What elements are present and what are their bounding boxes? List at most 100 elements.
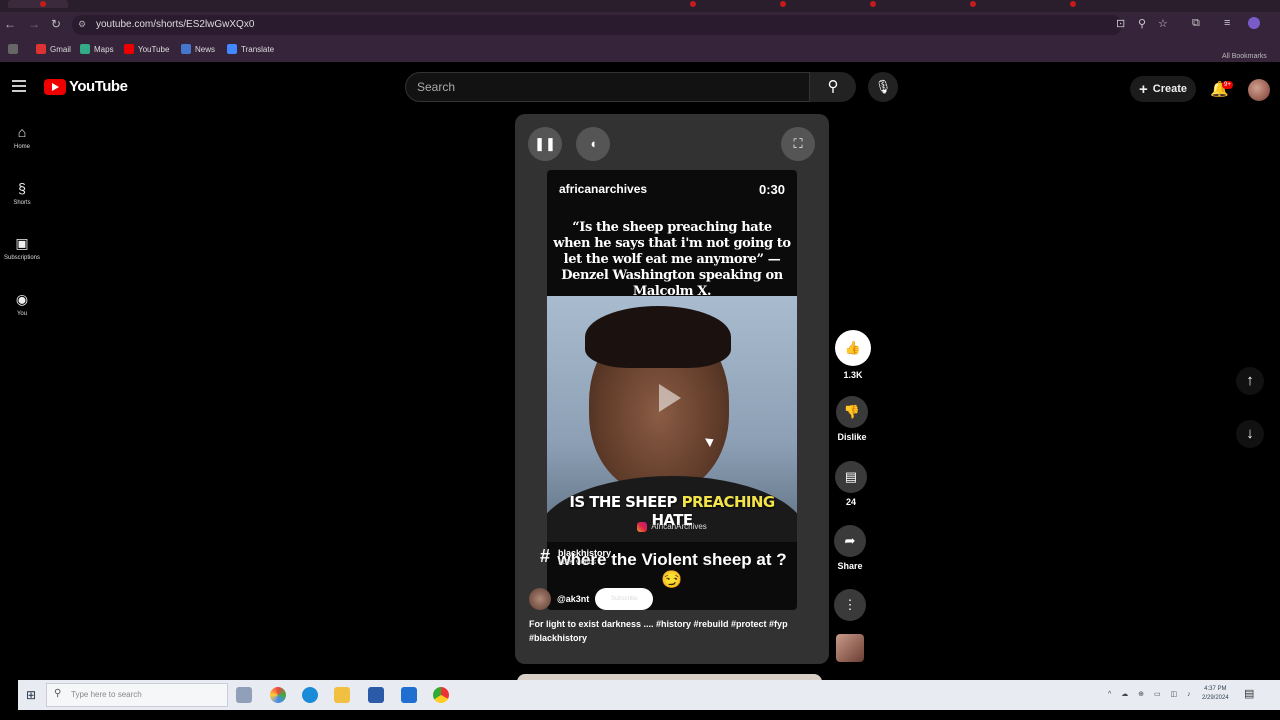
translate-icon	[227, 44, 237, 54]
like-button[interactable]: 👍 1.3K	[835, 330, 871, 380]
volume-icon: ◖	[589, 136, 597, 151]
chrome-icon[interactable]	[433, 687, 449, 703]
account-avatar[interactable]	[1248, 79, 1270, 101]
bookmark-maps[interactable]: Maps	[80, 44, 114, 54]
dislike-button[interactable]: 👎 Dislike	[834, 396, 870, 442]
bookmark-news[interactable]: News	[181, 44, 215, 54]
taskbar-search[interactable]: ⚲ Type here to search	[46, 683, 228, 707]
sidebar-item-home[interactable]: ⌂ Home	[0, 124, 44, 150]
news-icon	[181, 44, 191, 54]
apps-icon[interactable]	[8, 44, 18, 54]
windows-start-icon[interactable]: ⊞	[26, 688, 36, 702]
youtube-icon	[124, 44, 134, 54]
thumbs-up-icon: 👍	[835, 330, 871, 366]
bookmark-star-icon[interactable]: ☆	[1158, 17, 1168, 30]
video-quote: “Is the sheep preaching hate when he say…	[553, 220, 791, 299]
search-icon: ⚲	[827, 78, 839, 95]
search-input[interactable]: Search	[405, 72, 810, 102]
bookmark-youtube[interactable]: YouTube	[124, 44, 169, 54]
youtube-logo[interactable]: YouTube	[44, 78, 128, 95]
reload-icon[interactable]: ↻	[48, 17, 64, 31]
taskbar-clock[interactable]: 4:37 PM 2/29/2024	[1202, 685, 1229, 703]
video-frame: IS THE SHEEP PREACHING HATE	[547, 296, 797, 542]
windows-taskbar: ⊞ ⚲ Type here to search ^ ☁ ⊕ ▭ ◫ ♪ 4:37…	[18, 680, 1280, 710]
next-short-button[interactable]: ↓	[1236, 420, 1264, 448]
subscriptions-icon: ▣	[15, 235, 29, 251]
more-vertical-icon: ⋮	[834, 589, 866, 621]
search-button[interactable]: ⚲	[810, 72, 856, 102]
profile-avatar[interactable]	[1248, 17, 1260, 29]
address-bar[interactable]: ⚙ youtube.com/shorts/ES2lwGwXQx0	[72, 15, 1122, 35]
short-description: For light to exist darkness .... #histor…	[529, 619, 788, 643]
extensions-icon[interactable]: ⧉	[1192, 17, 1200, 30]
forward-icon[interactable]: →	[26, 17, 42, 31]
tab-favicon	[870, 1, 876, 7]
menu-icon[interactable]	[12, 80, 26, 95]
mic-icon: 🎙	[874, 79, 892, 94]
share-icon: ➦	[834, 525, 866, 557]
file-explorer-icon[interactable]	[334, 687, 350, 703]
maps-icon	[80, 44, 90, 54]
bookmark-translate[interactable]: Translate	[227, 44, 274, 54]
video-time: 0:30	[758, 182, 785, 197]
shorts-icon: §	[18, 180, 26, 196]
outlook-icon[interactable]	[401, 687, 417, 703]
browser-tab[interactable]	[8, 0, 68, 8]
store-icon[interactable]	[368, 687, 384, 703]
sound-thumbnail[interactable]	[836, 634, 864, 662]
comments-button[interactable]: ▤ 24	[833, 461, 869, 507]
notification-center-icon[interactable]: ▤	[1244, 687, 1254, 700]
task-view-icon[interactable]	[236, 687, 252, 703]
install-icon[interactable]: ⊡	[1116, 17, 1125, 30]
like-count: 1.3K	[843, 370, 863, 380]
hashtag-count: 116K videos	[558, 558, 597, 566]
zoom-icon[interactable]: ⚲	[1138, 17, 1146, 30]
speaker-hair	[585, 306, 731, 368]
all-bookmarks[interactable]: All Bookmarks	[1222, 53, 1267, 60]
bookmarks-bar: Gmail Maps YouTube News Translate	[0, 38, 1280, 62]
notification-badge: 9+	[1222, 81, 1233, 89]
back-icon[interactable]: ←	[2, 17, 18, 31]
subscribe-button[interactable]: Subscribe	[595, 588, 654, 610]
channel-handle[interactable]: @ak3nt	[557, 594, 589, 604]
tab-favicon	[40, 1, 46, 7]
pause-icon: ❚❚	[534, 136, 556, 151]
bookmark-gmail[interactable]: Gmail	[36, 44, 71, 54]
site-info-icon[interactable]: ⚙	[78, 19, 86, 30]
comment-icon: ▤	[835, 461, 867, 493]
share-button[interactable]: ➦ Share	[832, 525, 868, 571]
previous-short-button[interactable]: ↑	[1236, 367, 1264, 395]
comment-count: 24	[845, 497, 856, 507]
pause-button[interactable]: ❚❚	[528, 127, 562, 161]
tab-favicon	[690, 1, 696, 7]
hashtag-link[interactable]: # blackhistory 116K videos	[540, 546, 611, 567]
media-icon[interactable]: ≡	[1224, 17, 1230, 29]
address-row: ← → ↻ ⚙ youtube.com/shorts/ES2lwGwXQx0	[0, 12, 1280, 38]
tab-favicon	[1070, 1, 1076, 7]
fullscreen-button[interactable]: ⛶	[781, 127, 815, 161]
volume-button[interactable]: ◖	[576, 127, 610, 161]
play-overlay-icon	[659, 384, 681, 412]
sidebar-item-subscriptions[interactable]: ▣ Subscriptions	[0, 235, 44, 261]
system-tray-icons[interactable]: ^ ☁ ⊕ ▭ ◫ ♪	[1108, 690, 1195, 698]
search-icon: ⚲	[54, 688, 62, 699]
fullscreen-icon: ⛶	[793, 136, 803, 151]
you-icon: ◉	[15, 291, 29, 307]
instagram-icon	[637, 522, 648, 532]
voice-search-button[interactable]: 🎙	[868, 72, 898, 102]
create-button[interactable]: + Create	[1130, 76, 1196, 102]
hashtag-icon: #	[540, 546, 551, 566]
tab-favicon	[970, 1, 976, 7]
thumbs-down-icon: 👎	[836, 396, 868, 428]
sidebar-item-you[interactable]: ◉ You	[0, 291, 44, 317]
youtube-play-icon	[44, 78, 66, 95]
sidebar-item-shorts[interactable]: § Shorts	[0, 180, 44, 206]
copilot-icon[interactable]	[270, 687, 286, 703]
edge-icon[interactable]	[302, 687, 318, 703]
short-video[interactable]: africanarchives 0:30 “Is the sheep preac…	[547, 170, 797, 610]
more-options-button[interactable]: ⋮	[832, 589, 868, 621]
arrow-up-icon: ↑	[1246, 372, 1254, 389]
channel-avatar[interactable]	[529, 588, 551, 610]
tab-favicon	[780, 1, 786, 7]
search-placeholder: Search	[417, 80, 456, 94]
